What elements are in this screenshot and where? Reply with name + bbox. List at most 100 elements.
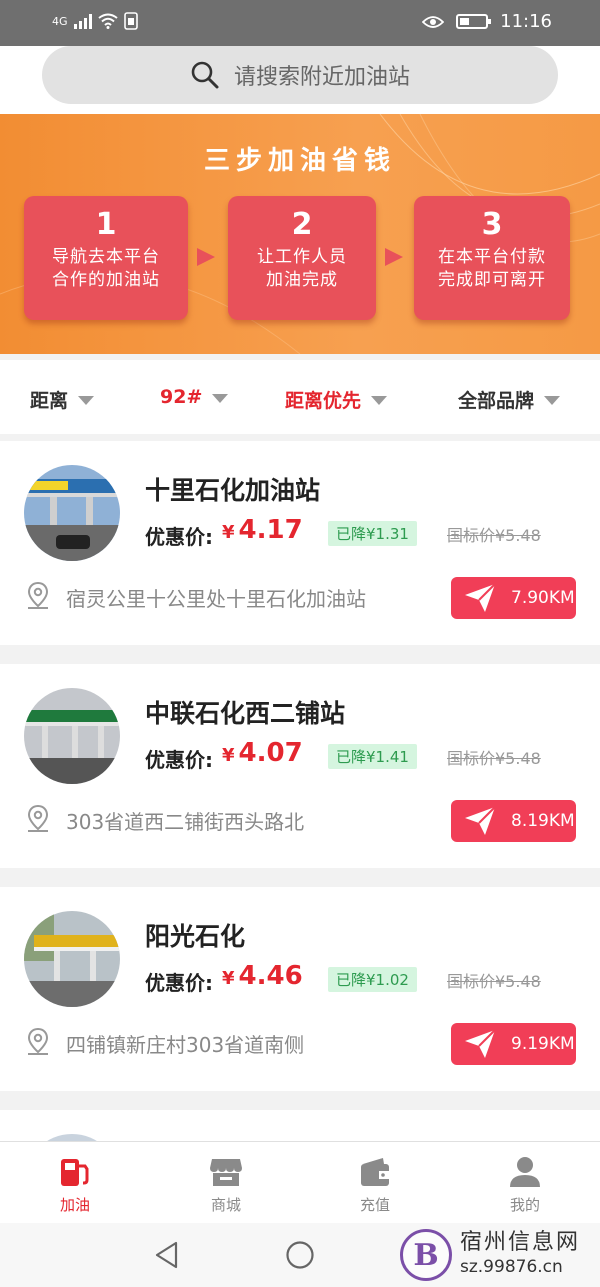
discount-price: ¥4.17 (222, 515, 303, 545)
distance-label: 7.90KM (511, 588, 575, 608)
step-line-2: 完成即可离开 (438, 270, 546, 290)
discount-badge: 已降¥1.02 (328, 967, 417, 992)
system-navigation-bar: B 宿州信息网 sz.99876.cn (0, 1223, 600, 1287)
station-name: 中联石化西二铺站 (145, 699, 346, 728)
sim-icon (123, 12, 138, 30)
location-pin-icon (27, 1027, 49, 1055)
filter-label: 92# (160, 386, 203, 408)
currency-symbol: ¥ (222, 745, 235, 766)
tab-store[interactable]: 商城 (186, 1156, 266, 1215)
back-icon[interactable] (154, 1241, 180, 1269)
caret-down-icon (78, 396, 95, 405)
step-line-1: 导航去本平台 (52, 247, 160, 267)
standard-price: 国标价¥5.48 (447, 749, 541, 768)
watermark-title: 宿州信息网 (460, 1230, 581, 1255)
distance-label: 9.19KM (511, 1034, 575, 1054)
caret-down-icon (212, 393, 229, 403)
price-value: 4.07 (238, 738, 303, 768)
step-3-card: 3 在本平台付款 完成即可离开 (414, 196, 570, 320)
fuel-pump-icon (61, 1159, 89, 1186)
station-card[interactable]: 十里石化加油站 优惠价: ¥4.17 已降¥1.31 国标价¥5.48 宿灵公里… (0, 441, 600, 645)
station-address: 宿灵公里十公里处十里石化加油站 (66, 587, 366, 611)
filter-sort[interactable]: 距离优先 (285, 386, 388, 413)
wallet-icon (361, 1158, 389, 1186)
step-number: 2 (291, 207, 313, 242)
network-type: 4G (52, 14, 68, 28)
watermark-logo: B (400, 1229, 452, 1281)
price-value: 4.17 (238, 515, 303, 545)
station-card[interactable]: 中联石化西二铺站 优惠价: ¥4.07 已降¥1.41 国标价¥5.48 303… (0, 664, 600, 868)
tab-profile[interactable]: 我的 (485, 1156, 565, 1215)
search-header: 请搜索附近加油站 (0, 46, 600, 114)
store-icon (210, 1159, 242, 1186)
step-number: 1 (95, 207, 117, 242)
tab-label: 加油 (59, 1196, 90, 1214)
navigate-button[interactable]: 9.19KM (451, 1023, 576, 1065)
banner-title: 三步加油省钱 (203, 146, 396, 176)
arrow-right-icon (385, 248, 403, 266)
tab-fuel[interactable]: 加油 (35, 1156, 115, 1215)
watermark-url: sz.99876.cn (460, 1257, 563, 1277)
tab-label: 商城 (210, 1196, 241, 1214)
step-line-1: 让工作人员 (257, 247, 347, 267)
station-address: 四铺镇新庄村303省道南侧 (66, 1033, 305, 1057)
clock: 11:16 (500, 11, 552, 32)
signal-icon (73, 13, 92, 29)
step-2-card: 2 让工作人员 加油完成 (228, 196, 376, 320)
filter-label: 全部品牌 (458, 390, 535, 412)
filter-fuel-grade[interactable]: 92# (160, 386, 229, 408)
station-photo (24, 688, 120, 784)
discount-badge: 已降¥1.41 (328, 744, 417, 769)
filter-brand[interactable]: 全部品牌 (458, 386, 561, 413)
battery-icon (456, 14, 492, 29)
filter-label: 距离 (30, 390, 69, 412)
bottom-tab-bar: 加油 商城 充值 我的 (0, 1141, 600, 1223)
filter-distance[interactable]: 距离 (30, 386, 95, 413)
navigate-arrow-icon (465, 806, 496, 835)
step-line-2: 加油完成 (266, 270, 338, 290)
caret-down-icon (371, 396, 388, 405)
step-number: 3 (481, 207, 503, 242)
promo-banner[interactable]: 三步加油省钱 1 导航去本平台 合作的加油站 2 让工作人员 加油完成 3 在本… (0, 114, 600, 354)
navigate-arrow-icon (465, 1029, 496, 1058)
currency-symbol: ¥ (222, 522, 235, 543)
filter-label: 距离优先 (285, 390, 362, 412)
navigate-button[interactable]: 8.19KM (451, 800, 576, 842)
wifi-icon (97, 13, 118, 29)
step-1-card: 1 导航去本平台 合作的加油站 (24, 196, 188, 320)
step-line-1: 在本平台付款 (438, 247, 546, 267)
price-label: 优惠价: (145, 525, 213, 549)
station-address: 303省道西二铺街西头路北 (66, 810, 305, 834)
watermark: B 宿州信息网 sz.99876.cn (400, 1229, 580, 1281)
location-pin-icon (27, 581, 49, 609)
tab-recharge[interactable]: 充值 (335, 1156, 415, 1215)
status-bar: 4G 11:16 (0, 0, 600, 46)
navigate-button[interactable]: 7.90KM (451, 577, 576, 619)
search-input[interactable]: 请搜索附近加油站 (42, 46, 558, 104)
step-line-2: 合作的加油站 (52, 270, 160, 290)
station-photo (24, 911, 120, 1007)
price-label: 优惠价: (145, 748, 213, 772)
station-card[interactable]: 阳光石化 优惠价: ¥4.46 已降¥1.02 国标价¥5.48 四铺镇新庄村3… (0, 887, 600, 1091)
station-name: 阳光石化 (145, 922, 246, 951)
standard-price: 国标价¥5.48 (447, 972, 541, 991)
standard-price: 国标价¥5.48 (447, 526, 541, 545)
discount-badge: 已降¥1.31 (328, 521, 417, 546)
user-icon (510, 1157, 540, 1187)
location-pin-icon (27, 804, 49, 832)
filter-bar: 距离 92# 距离优先 全部品牌 (0, 360, 600, 434)
search-icon (191, 61, 219, 89)
station-name: 十里石化加油站 (145, 476, 321, 505)
eye-comfort-icon (422, 15, 445, 28)
price-label: 优惠价: (145, 971, 213, 995)
price-value: 4.46 (238, 961, 303, 991)
navigate-arrow-icon (465, 583, 496, 612)
discount-price: ¥4.07 (222, 738, 303, 768)
currency-symbol: ¥ (222, 968, 235, 989)
tab-label: 充值 (359, 1196, 390, 1214)
home-icon[interactable] (285, 1240, 315, 1270)
caret-down-icon (544, 396, 561, 405)
tab-label: 我的 (509, 1196, 540, 1214)
station-photo (24, 465, 120, 561)
arrow-right-icon (197, 248, 215, 266)
